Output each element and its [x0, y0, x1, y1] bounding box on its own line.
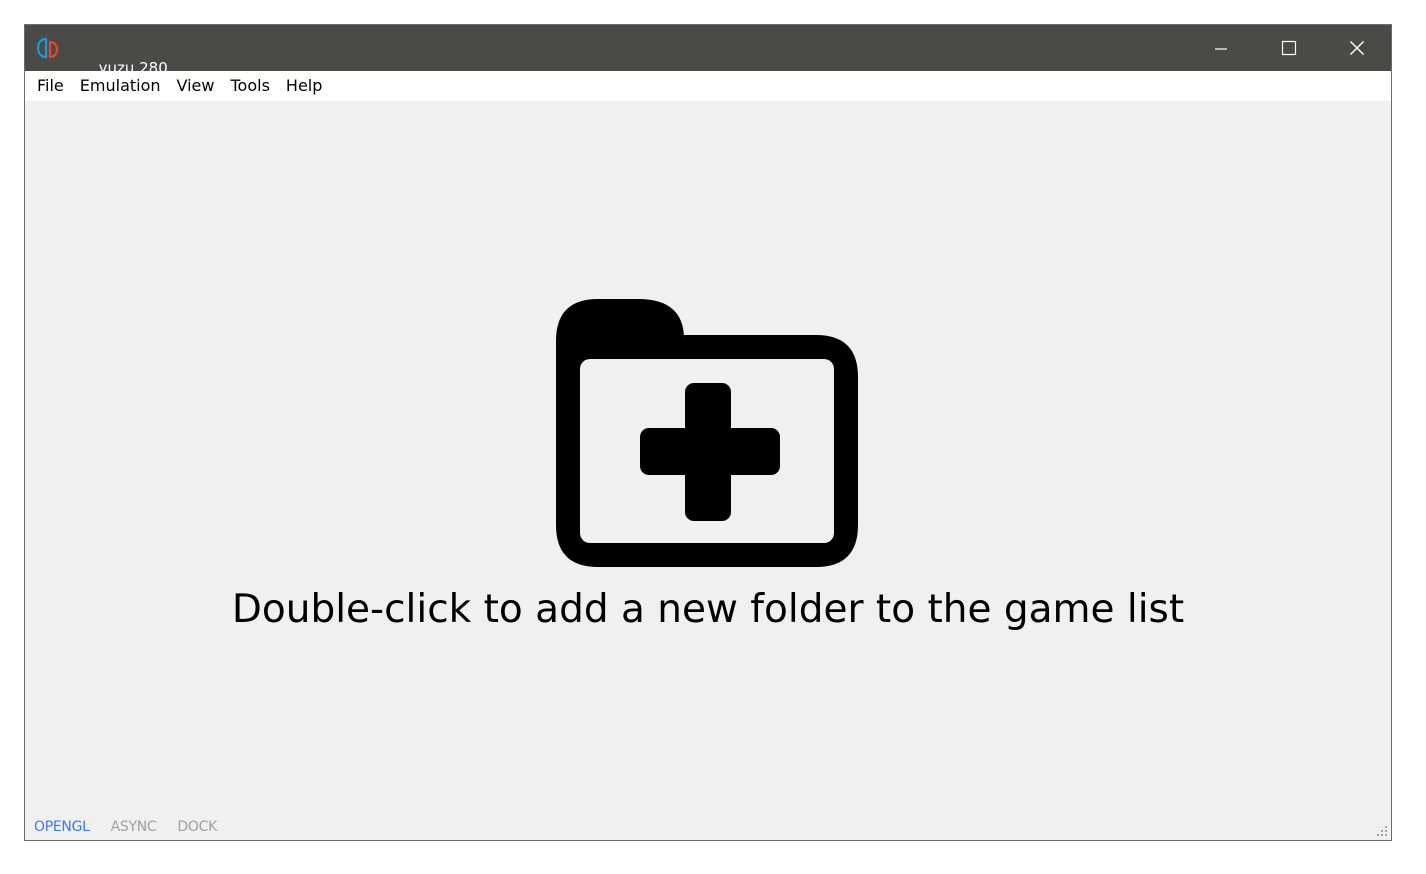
- yuzu-logo-icon: [37, 38, 59, 58]
- resize-grip-icon[interactable]: [1376, 825, 1388, 837]
- menu-file[interactable]: File: [30, 71, 71, 101]
- status-dock[interactable]: DOCK: [177, 817, 217, 837]
- menu-tools[interactable]: Tools: [223, 71, 276, 101]
- maximize-button[interactable]: [1255, 25, 1323, 71]
- menu-help[interactable]: Help: [279, 71, 329, 101]
- close-button[interactable]: [1323, 25, 1391, 71]
- status-renderer-opengl[interactable]: OPENGL: [34, 817, 90, 837]
- minimize-button[interactable]: [1187, 25, 1255, 71]
- minimize-icon: [1215, 48, 1227, 50]
- status-bar: OPENGL ASYNC DOCK: [25, 813, 1391, 840]
- game-list-area[interactable]: Double-click to add a new folder to the …: [25, 101, 1391, 813]
- folder-add-icon[interactable]: [556, 299, 858, 567]
- menu-view[interactable]: View: [170, 71, 222, 101]
- status-async[interactable]: ASYNC: [111, 817, 157, 837]
- menu-emulation[interactable]: Emulation: [73, 71, 168, 101]
- menu-bar: File Emulation View Tools Help: [25, 71, 1391, 101]
- add-folder-prompt: Double-click to add a new folder to the …: [231, 587, 1185, 632]
- maximize-icon: [1281, 40, 1297, 56]
- close-icon: [1350, 41, 1364, 55]
- main-window: yuzu 280. File Emulation View Tools Help: [24, 24, 1392, 841]
- title-bar[interactable]: yuzu 280.: [25, 25, 1391, 77]
